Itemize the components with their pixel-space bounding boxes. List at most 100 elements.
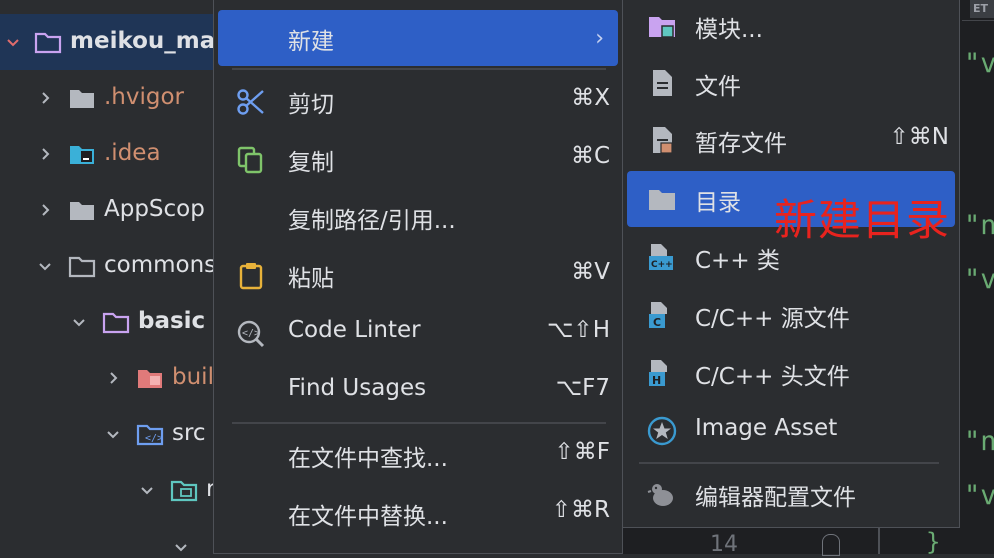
file-icon — [647, 68, 677, 98]
menu-separator — [232, 68, 606, 70]
c-header-icon: H — [647, 358, 677, 388]
tree-item-src[interactable]: </> src — [0, 406, 240, 462]
menu-item-copy-path[interactable]: 复制路径/引用... — [218, 189, 618, 245]
submenu-item-file[interactable]: 文件 — [627, 55, 955, 111]
tree-item-label: buil — [172, 364, 214, 390]
svg-text:</>: </> — [242, 328, 260, 339]
code-fragment: "v — [964, 480, 994, 511]
svg-text:C++: C++ — [651, 260, 673, 270]
chevron-down-icon[interactable] — [68, 311, 90, 333]
folder-icon — [68, 198, 96, 222]
tree-item-label: basic — [138, 308, 206, 334]
shortcut-label: ⇧⌘N — [889, 124, 949, 150]
chevron-down-icon[interactable] — [34, 255, 56, 277]
code-linter-icon: </> — [236, 319, 266, 349]
editorconfig-icon — [647, 479, 677, 509]
menu-item-copy[interactable]: 复制 ⌘C — [218, 131, 618, 187]
tree-item-label: meikou_ma — [70, 28, 216, 54]
shortcut-label: ⌥⇧H — [546, 317, 610, 343]
tree-item-commons[interactable]: commons — [0, 238, 240, 294]
submenu-item-scratch-file[interactable]: 暂存文件 ⇧⌘N — [627, 112, 955, 168]
image-asset-icon — [647, 416, 677, 446]
chevron-down-icon[interactable] — [102, 423, 124, 445]
tree-item-build[interactable]: buil — [0, 350, 240, 406]
folder-open-icon — [68, 254, 96, 278]
submenu-item-label: 编辑器配置文件 — [695, 485, 856, 511]
tree-item-label: AppScop — [104, 196, 205, 222]
chevron-right-icon[interactable] — [102, 367, 124, 389]
menu-item-find-usages[interactable]: Find Usages ⌥F7 — [218, 363, 618, 419]
submenu-item-label: Image Asset — [695, 415, 838, 441]
menu-item-code-linter[interactable]: </> Code Linter ⌥⇧H — [218, 305, 618, 361]
code-fragment: "v — [964, 264, 994, 295]
chevron-down-icon[interactable] — [170, 536, 192, 558]
submenu-item-label: 暂存文件 — [695, 131, 787, 157]
module-icon — [647, 11, 677, 41]
shortcut-label: ⌥F7 — [555, 375, 610, 401]
tree-item-resources[interactable]: r — [0, 462, 240, 518]
fold-marker-icon[interactable] — [822, 534, 840, 556]
menu-item-label: Find Usages — [288, 375, 427, 401]
submenu-item-label: C/C++ 头文件 — [695, 364, 850, 390]
submenu-item-module[interactable]: 模块... — [627, 0, 955, 54]
submenu-arrow-icon: › — [595, 26, 604, 51]
submenu-item-c-header[interactable]: H C/C++ 头文件 — [627, 345, 955, 401]
shortcut-label: ⌘V — [571, 259, 610, 285]
scissors-icon — [236, 87, 266, 117]
source-folder-icon: </> — [136, 422, 164, 446]
tree-item-label: src — [172, 420, 206, 446]
menu-item-label: 在文件中查找... — [288, 446, 448, 472]
submenu-item-label: 文件 — [695, 74, 741, 100]
tree-item-root-module[interactable]: meikou_ma — [0, 14, 240, 70]
code-fragment: "n — [964, 210, 994, 241]
chevron-down-icon[interactable] — [2, 31, 24, 53]
code-fragment: "v — [964, 48, 994, 79]
menu-item-replace-in-files[interactable]: 在文件中替换... ⇧⌘R — [218, 485, 618, 541]
folder-icon — [68, 86, 96, 110]
project-tree: meikou_ma .hvigor .idea AppScop commons … — [0, 0, 240, 554]
shortcut-label: ⌘C — [570, 143, 610, 169]
menu-item-paste[interactable]: 粘贴 ⌘V — [218, 247, 618, 303]
editor-gutter: 14 } — [622, 528, 958, 557]
tree-item-appscope[interactable]: AppScop — [0, 182, 240, 238]
tree-item-label: commons — [104, 252, 217, 278]
menu-item-new[interactable]: 新建 › — [218, 10, 618, 66]
chevron-right-icon[interactable] — [34, 199, 56, 221]
module-folder-icon — [102, 310, 130, 334]
menu-item-find-in-files[interactable]: 在文件中查找... ⇧⌘F — [218, 427, 618, 483]
svg-text:C: C — [653, 316, 661, 329]
directory-icon — [647, 184, 677, 214]
menu-item-label: 粘贴 — [288, 266, 334, 292]
paste-icon — [236, 261, 266, 291]
chevron-down-icon[interactable] — [136, 479, 158, 501]
shortcut-label: ⇧⌘F — [554, 439, 610, 465]
resource-folder-icon — [170, 478, 198, 502]
copy-icon — [236, 145, 266, 175]
submenu-item-editorconfig[interactable]: 编辑器配置文件 — [627, 466, 955, 522]
shortcut-label: ⌘X — [571, 85, 610, 111]
chevron-right-icon[interactable] — [34, 87, 56, 109]
idea-folder-icon — [68, 142, 96, 166]
tree-item-label: .hvigor — [104, 84, 185, 110]
submenu-item-label: 模块... — [695, 17, 763, 43]
svg-text:H: H — [652, 374, 661, 387]
menu-separator — [232, 422, 606, 424]
menu-item-cut[interactable]: 剪切 ⌘X — [218, 73, 618, 129]
menu-separator — [639, 462, 939, 464]
menu-item-label: 剪切 — [288, 92, 334, 118]
indent-guide — [878, 528, 880, 554]
code-fragment: "n — [964, 426, 994, 457]
menu-item-label: 复制 — [288, 150, 334, 176]
c-source-icon: C — [647, 300, 677, 330]
menu-item-label: 新建 — [288, 29, 334, 55]
tree-item-idea[interactable]: .idea — [0, 126, 240, 182]
editor-tab[interactable]: ET — [970, 0, 994, 18]
submenu-item-label: C/C++ 源文件 — [695, 306, 850, 332]
build-folder-icon — [136, 366, 164, 390]
chevron-right-icon[interactable] — [34, 143, 56, 165]
submenu-item-c-source[interactable]: C C/C++ 源文件 — [627, 287, 955, 343]
tree-item-hvigor[interactable]: .hvigor — [0, 70, 240, 126]
menu-item-label: 复制路径/引用... — [288, 208, 456, 234]
tree-item-basic[interactable]: basic — [0, 294, 240, 350]
submenu-item-image-asset[interactable]: Image Asset — [627, 403, 955, 459]
